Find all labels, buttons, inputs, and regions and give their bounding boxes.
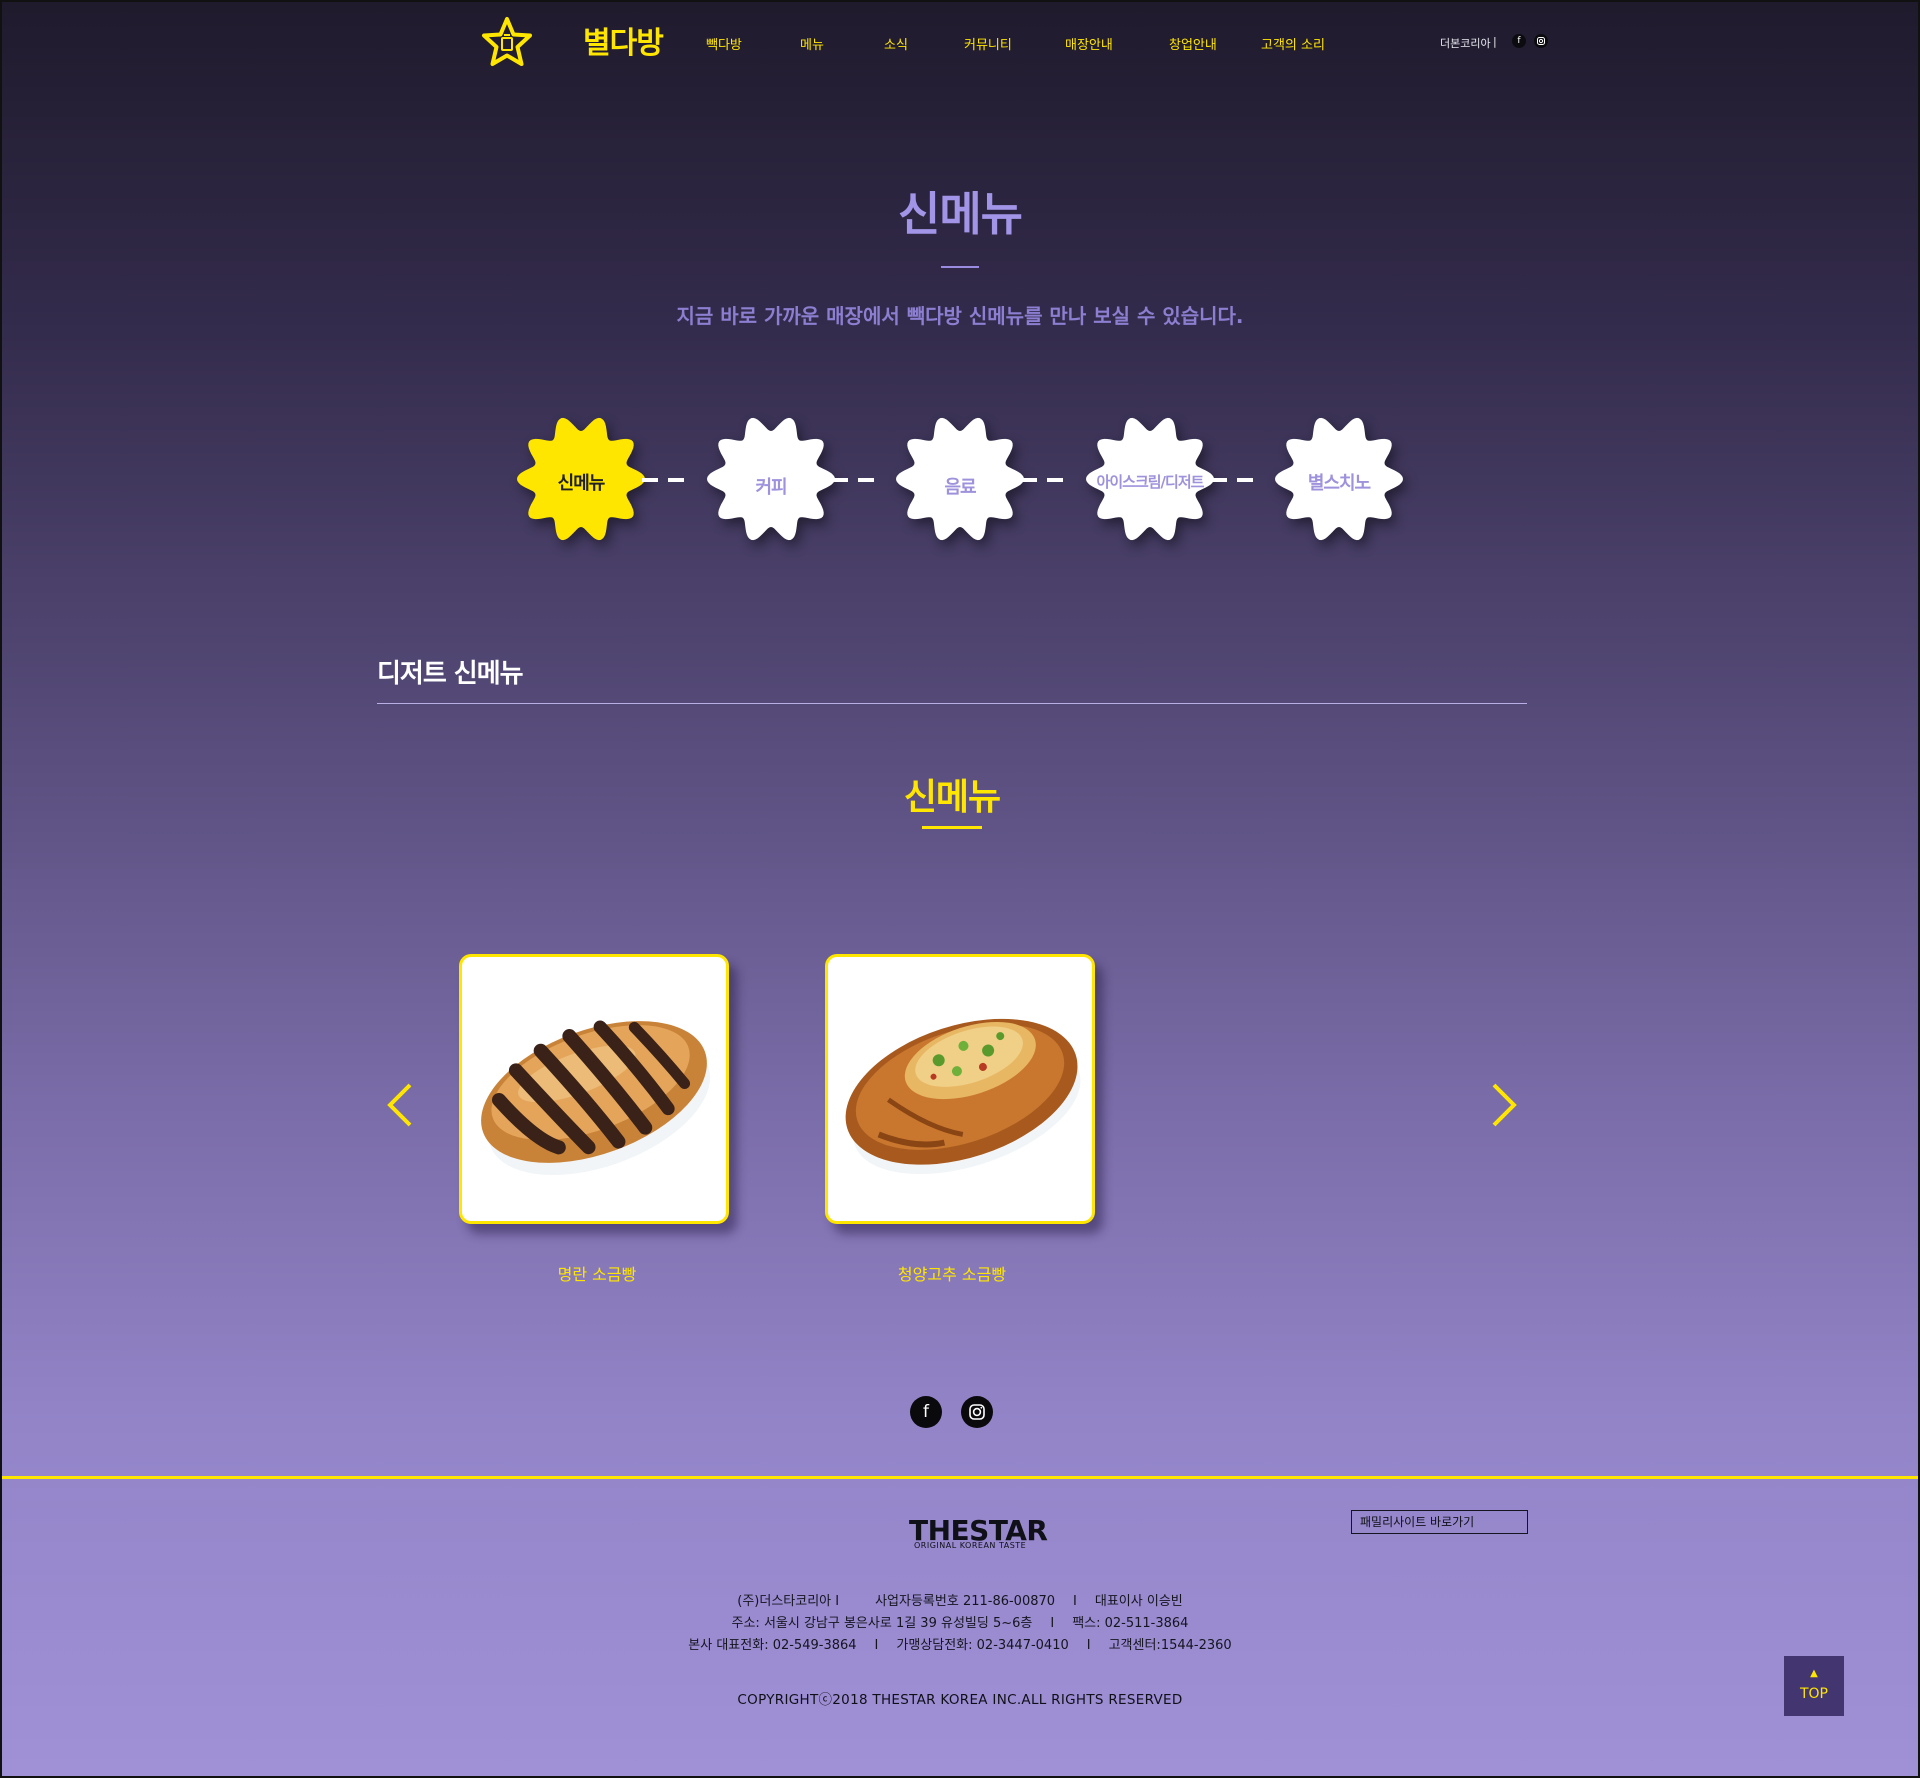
bread-pepper-image [845,1018,1081,1175]
nav-item-franchise[interactable]: 창업안내 [1169,34,1217,53]
dash-connector [642,478,658,482]
top-label: TOP [1799,1686,1828,1702]
nav-item-stores[interactable]: 매장안내 [1065,34,1113,53]
bread-chocolate-image [481,1020,711,1176]
section-title: 디저트 신메뉴 [377,659,524,689]
instagram-icon[interactable] [961,1396,993,1428]
section-divider [377,703,1527,704]
dash-connector [1021,478,1037,482]
category-drinks[interactable]: 음료 [890,411,1030,551]
dash-connector [1237,478,1253,482]
category-label: 아이스크림/디저트 [1096,473,1205,491]
nav-item-menu[interactable]: 메뉴 [800,34,824,53]
nav-item-bbak[interactable]: 빽다방 [706,34,742,53]
footer-tagline: ORIGINAL KOREAN TASTE [914,1541,1027,1550]
theborn-korea-link[interactable]: 더본코리아 [1440,35,1491,51]
footer-info-line1: (주)더스타코리아 I 사업자등록번호 211-86-00870 I 대표이사 이승… [737,1594,1183,1609]
page-subtitle: 지금 바로 가까운 매장에서 빽다방 신메뉴를 만나 보실 수 있습니다. [676,304,1244,328]
page-title: 신메뉴 [898,187,1023,241]
facebook-icon[interactable]: f [1512,34,1526,48]
subsection-title: 신메뉴 [903,777,1001,818]
chevron-right-icon[interactable] [1484,1080,1524,1130]
category-label: 신메뉴 [557,473,606,494]
footer-info-line2: 주소: 서울시 강남구 봉은사로 1길 39 유성빌딩 5~6층 I 팩스: 02-… [731,1616,1189,1631]
copyright-text: COPYRIGHTⓒ2018 THESTAR KOREA INC.ALL RIG… [737,1692,1183,1708]
footer-info-line3: 본사 대표전화: 02-549-3864 I 가맹상담전화: 02-3447-041… [688,1638,1232,1653]
dash-connector [668,478,684,482]
category-label: 음료 [944,477,976,498]
dash-connector [832,478,848,482]
util-separator: | [1493,35,1497,48]
category-icecream-dessert[interactable]: 아이스크림/디저트 [1080,411,1220,551]
brand-name[interactable]: 별다방 [583,18,664,62]
category-label: 커피 [755,477,787,498]
facebook-icon[interactable]: f [910,1396,942,1428]
product-name[interactable]: 청양고추 소금빵 [817,1261,1087,1285]
dash-connector [858,478,874,482]
category-byeolsccino[interactable]: 별스치노 [1269,411,1409,551]
title-underline [941,266,979,268]
category-label: 별스치노 [1307,473,1371,494]
product-card-myeongran[interactable] [459,954,729,1224]
chevron-left-icon[interactable] [380,1080,420,1130]
dash-connector [1211,478,1227,482]
nav-item-voice[interactable]: 고객의 소리 [1261,34,1325,53]
category-new-menu[interactable]: 신메뉴 [511,411,651,551]
star-logo-icon[interactable] [480,16,534,68]
scroll-top-button[interactable]: ▲ TOP [1784,1656,1844,1716]
dash-connector [1047,478,1063,482]
instagram-icon[interactable] [1534,34,1548,48]
subsection-underline [922,826,982,829]
category-coffee[interactable]: 커피 [701,411,841,551]
footer-divider [0,1476,1920,1479]
nav-item-news[interactable]: 소식 [884,34,908,53]
arrow-up-icon: ▲ [1810,1668,1818,1679]
product-name[interactable]: 명란 소금빵 [462,1261,732,1285]
product-card-cheongyang[interactable] [825,954,1095,1224]
nav-item-community[interactable]: 커뮤니티 [964,34,1012,53]
family-site-select[interactable]: 패밀리사이트 바로가기 [1351,1510,1528,1534]
